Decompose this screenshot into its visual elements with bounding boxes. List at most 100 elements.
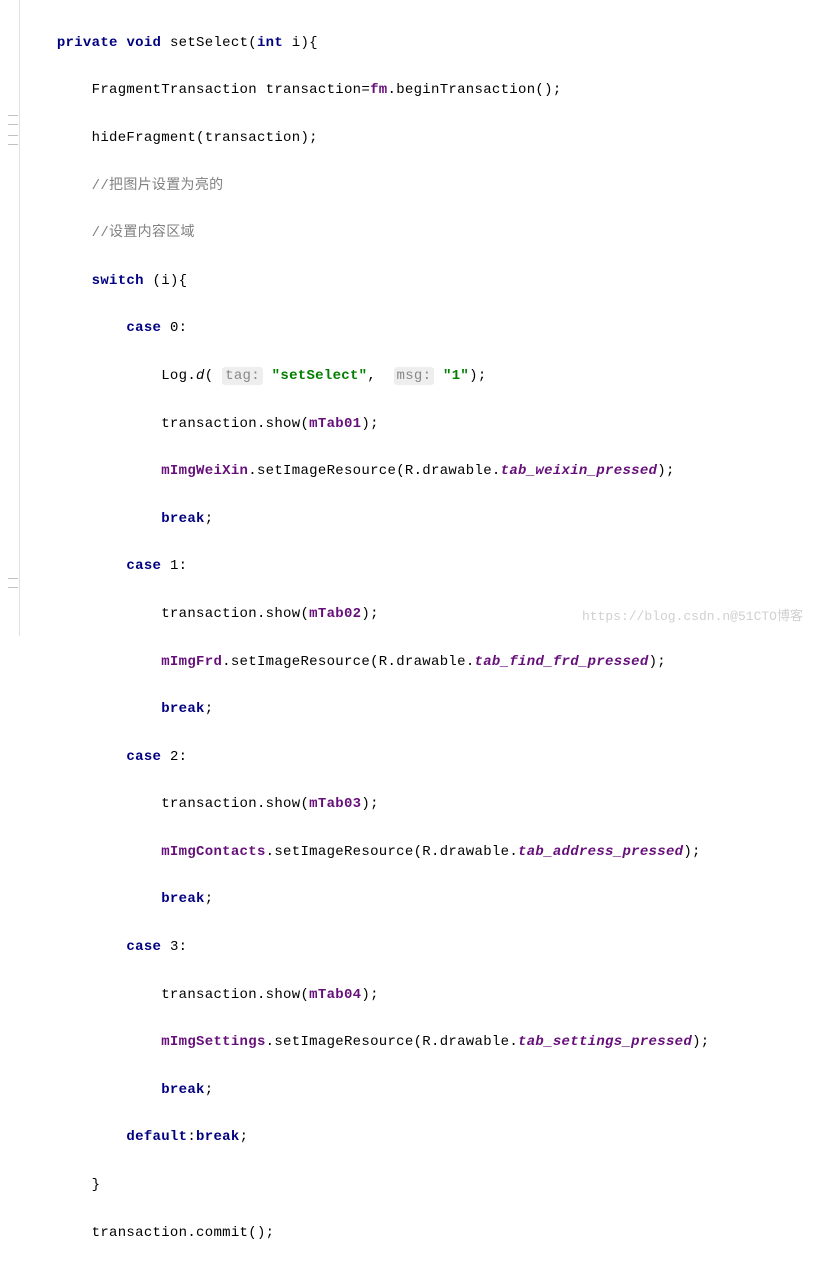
comment: //设置内容区域: [92, 225, 195, 241]
class: Log: [161, 368, 187, 384]
keyword: case: [126, 749, 161, 765]
resource: tab_weixin_pressed: [501, 463, 658, 479]
arg: transaction: [205, 130, 301, 146]
var: transaction: [161, 796, 257, 812]
class: R: [379, 654, 388, 670]
fold-marker[interactable]: [8, 578, 18, 588]
param: i: [292, 35, 301, 51]
comment: //把图片设置为亮的: [92, 178, 224, 194]
sub: drawable: [440, 1034, 510, 1050]
resource: tab_address_pressed: [518, 844, 683, 860]
literal: 2: [170, 749, 179, 765]
field: mTab03: [309, 796, 361, 812]
literal: 3: [170, 939, 179, 955]
literal: 0: [170, 320, 179, 336]
string: "1": [443, 368, 469, 384]
field: mImgFrd: [161, 654, 222, 670]
fold-marker[interactable]: [8, 135, 18, 145]
code-line: //设置内容区域: [22, 222, 805, 246]
field: mTab02: [309, 606, 361, 622]
var: transaction: [161, 416, 257, 432]
method-call: show: [266, 796, 301, 812]
method-call: setImageResource: [274, 1034, 413, 1050]
field: mTab01: [309, 416, 361, 432]
code-line: case 2:: [22, 746, 805, 770]
method-call: setImageResource: [231, 654, 370, 670]
code-line: mImgFrd.setImageResource(R.drawable.tab_…: [22, 651, 805, 675]
code-line: transaction.show(mTab02);: [22, 603, 805, 627]
code-line: transaction.show(mTab03);: [22, 793, 805, 817]
keyword: case: [126, 320, 161, 336]
method-call: show: [266, 606, 301, 622]
keyword: void: [126, 35, 161, 51]
field: mTab04: [309, 987, 361, 1003]
code-line: mImgSettings.setImageResource(R.drawable…: [22, 1031, 805, 1055]
code-line: case 3:: [22, 936, 805, 960]
code-line: default:break;: [22, 1126, 805, 1150]
method-call: beginTransaction: [396, 82, 535, 98]
keyword: break: [161, 701, 205, 717]
code-line: switch (i){: [22, 270, 805, 294]
code-line: }: [22, 1174, 805, 1198]
keyword: break: [161, 511, 205, 527]
code-line: transaction.show(mTab01);: [22, 413, 805, 437]
method-call: setImageResource: [257, 463, 396, 479]
param-hint: msg:: [394, 367, 435, 385]
code-line: break;: [22, 888, 805, 912]
var: i: [161, 273, 170, 289]
code-line: FragmentTransaction transaction=fm.begin…: [22, 79, 805, 103]
code-line: mImgContacts.setImageResource(R.drawable…: [22, 841, 805, 865]
class: R: [422, 1034, 431, 1050]
code-line: break;: [22, 508, 805, 532]
method-call: show: [266, 416, 301, 432]
string: "setSelect": [272, 368, 368, 384]
fold-marker[interactable]: [8, 115, 18, 125]
keyword: case: [126, 558, 161, 574]
code-line: break;: [22, 1079, 805, 1103]
code-line: case 0:: [22, 317, 805, 341]
sub: drawable: [422, 463, 492, 479]
var: transaction: [161, 606, 257, 622]
keyword: int: [257, 35, 283, 51]
field: mImgContacts: [161, 844, 265, 860]
code-line: Log.d( tag: "setSelect", msg: "1");: [22, 365, 805, 389]
field: mImgWeiXin: [161, 463, 248, 479]
method-name: setSelect: [170, 35, 248, 51]
code-editor[interactable]: private void setSelect(int i){ FragmentT…: [22, 8, 805, 1269]
keyword: case: [126, 939, 161, 955]
keyword: default: [126, 1129, 187, 1145]
code-line: transaction.show(mTab04);: [22, 984, 805, 1008]
class: R: [405, 463, 414, 479]
method-call: commit: [196, 1225, 248, 1241]
var: transaction: [161, 987, 257, 1003]
brace: }: [92, 1177, 101, 1193]
resource: tab_find_frd_pressed: [475, 654, 649, 670]
sub: drawable: [396, 654, 466, 670]
code-line: private void setSelect(int i){: [22, 32, 805, 56]
method-call: setImageResource: [274, 844, 413, 860]
code-line: transaction.commit();: [22, 1222, 805, 1246]
method-call: hideFragment: [92, 130, 196, 146]
code-line: mImgWeiXin.setImageResource(R.drawable.t…: [22, 460, 805, 484]
type: FragmentTransaction: [92, 82, 257, 98]
method-call: show: [266, 987, 301, 1003]
code-line: break;: [22, 698, 805, 722]
field: mImgSettings: [161, 1034, 265, 1050]
editor-gutter: [0, 0, 20, 636]
keyword: break: [161, 1082, 205, 1098]
keyword: break: [161, 891, 205, 907]
code-line: case 1:: [22, 555, 805, 579]
var: transaction: [266, 82, 362, 98]
param-hint: tag:: [222, 367, 263, 385]
keyword: switch: [92, 273, 144, 289]
code-line: hideFragment(transaction);: [22, 127, 805, 151]
method-call: d: [196, 368, 205, 384]
keyword: break: [196, 1129, 240, 1145]
code-line: //把图片设置为亮的: [22, 175, 805, 199]
resource: tab_settings_pressed: [518, 1034, 692, 1050]
literal: 1: [170, 558, 179, 574]
sub: drawable: [440, 844, 510, 860]
var: transaction: [92, 1225, 188, 1241]
class: R: [422, 844, 431, 860]
keyword: private: [57, 35, 118, 51]
